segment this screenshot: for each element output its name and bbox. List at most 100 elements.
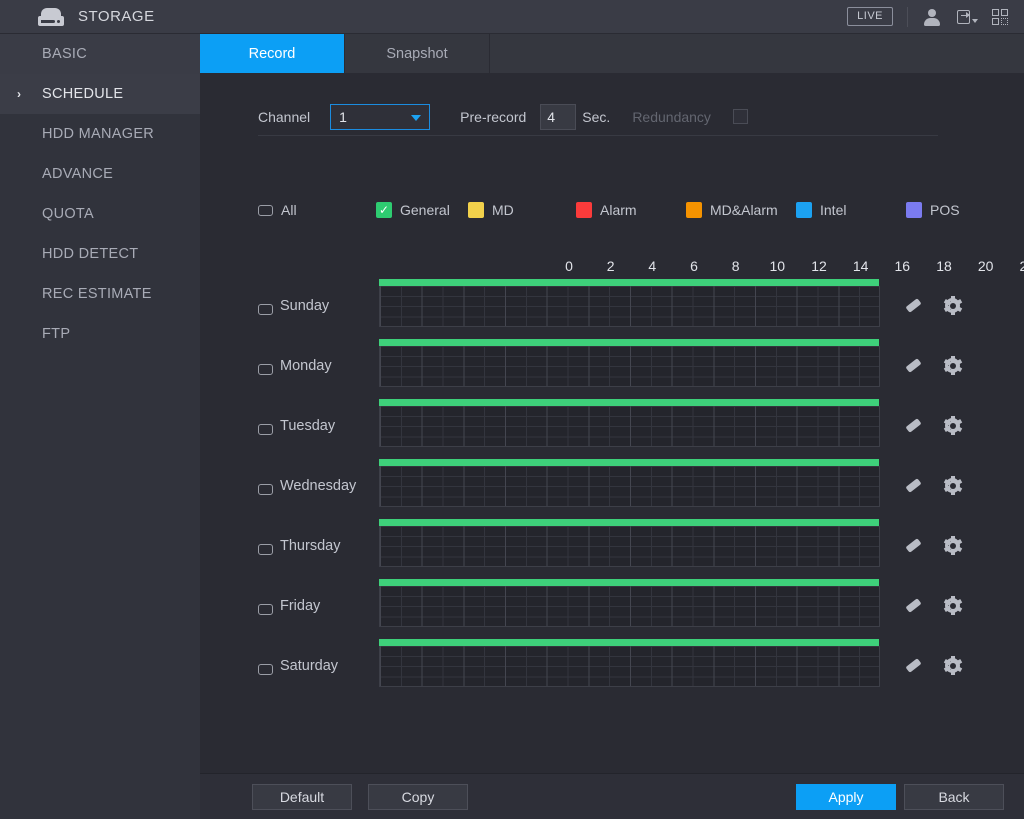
timeline[interactable]: [379, 279, 880, 327]
timeline-period-general[interactable]: [379, 399, 879, 406]
gear-icon[interactable]: [943, 356, 962, 375]
timeline-period-general[interactable]: [379, 579, 879, 586]
timeline-period-general[interactable]: [379, 279, 879, 286]
legend-md[interactable]: MD: [468, 202, 576, 218]
eraser-icon[interactable]: [905, 597, 922, 614]
tab-snapshot[interactable]: Snapshot: [345, 34, 490, 73]
md-checkbox[interactable]: [468, 202, 484, 218]
pos-checkbox[interactable]: [906, 202, 922, 218]
legend-label: Intel: [820, 202, 847, 218]
gear-icon[interactable]: [943, 416, 962, 435]
grid-icon[interactable]: [990, 7, 1010, 27]
timeline-track[interactable]: [379, 286, 880, 327]
sidebar-item-advance[interactable]: ADVANCE: [0, 154, 200, 194]
sidebar-item-hdd-manager[interactable]: HDD MANAGER: [0, 114, 200, 154]
timeline[interactable]: [379, 579, 880, 627]
row-actions: [905, 416, 962, 435]
apply-button[interactable]: Apply: [796, 783, 896, 810]
timeline-track[interactable]: [379, 646, 880, 687]
timeline-track[interactable]: [379, 466, 880, 507]
sidebar-item-hdd-detect[interactable]: HDD DETECT: [0, 234, 200, 274]
eraser-icon[interactable]: [905, 297, 922, 314]
md-alarm-checkbox[interactable]: [686, 202, 702, 218]
sidebar-item-label: HDD MANAGER: [42, 126, 155, 142]
legend-label: MD&Alarm: [710, 202, 778, 218]
timeline-period-general[interactable]: [379, 639, 879, 646]
legend-intel[interactable]: Intel: [796, 202, 906, 218]
axis-tick: 14: [852, 258, 869, 274]
sidebar-item-ftp[interactable]: FTP: [0, 314, 200, 354]
day-label: Sunday: [280, 298, 330, 314]
legend-label: All: [281, 202, 297, 218]
legend-pos[interactable]: POS: [906, 202, 960, 218]
copy-button[interactable]: Copy: [368, 783, 468, 810]
gear-icon[interactable]: [943, 596, 962, 615]
gear-icon[interactable]: [943, 476, 962, 495]
time-axis: 0 2 4 6 8 10 12 14 16 18 20 22 24: [565, 258, 1024, 278]
redundancy-checkbox[interactable]: [732, 109, 748, 124]
timeline-period-general[interactable]: [379, 459, 879, 466]
alarm-checkbox[interactable]: [576, 202, 592, 218]
axis-tick: 16: [894, 258, 911, 274]
live-badge[interactable]: LIVE: [847, 7, 893, 26]
sidebar-item-quota[interactable]: QUOTA: [0, 194, 200, 234]
day-label: Wednesday: [280, 478, 357, 494]
eraser-icon[interactable]: [905, 357, 922, 374]
eraser-icon[interactable]: [905, 657, 922, 674]
legend-label: MD: [492, 202, 514, 218]
row-actions: [905, 356, 962, 375]
chevron-right-icon: ›: [17, 87, 22, 101]
timeline[interactable]: [379, 339, 880, 387]
legend-md-alarm[interactable]: MD&Alarm: [686, 202, 796, 218]
general-checkbox[interactable]: ✓: [376, 202, 392, 218]
gear-icon[interactable]: [943, 536, 962, 555]
sidebar-item-rec-estimate[interactable]: REC ESTIMATE: [0, 274, 200, 314]
day-checkbox[interactable]: [258, 604, 273, 615]
timeline[interactable]: [379, 459, 880, 507]
axis-tick: 10: [769, 258, 786, 274]
timeline-track[interactable]: [379, 406, 880, 447]
timeline[interactable]: [379, 399, 880, 447]
hdd-icon: [38, 7, 64, 26]
gear-icon[interactable]: [943, 296, 962, 315]
day-checkbox[interactable]: [258, 484, 273, 495]
timeline-period-general[interactable]: [379, 339, 879, 346]
timeline-track[interactable]: [379, 586, 880, 627]
eraser-icon[interactable]: [905, 417, 922, 434]
timeline-track[interactable]: [379, 526, 880, 567]
all-checkbox[interactable]: [258, 204, 273, 216]
sidebar-item-label: ADVANCE: [42, 166, 114, 182]
intel-checkbox[interactable]: [796, 202, 812, 218]
logout-icon[interactable]: [956, 7, 978, 27]
day-checkbox[interactable]: [258, 364, 273, 375]
legend-label: General: [400, 202, 450, 218]
sidebar-item-label: REC ESTIMATE: [42, 286, 152, 302]
legend-label: POS: [930, 202, 960, 218]
prerecord-input[interactable]: 4: [540, 103, 577, 130]
channel-select[interactable]: 1: [330, 103, 431, 130]
tab-record[interactable]: Record: [200, 34, 345, 73]
axis-tick: 22: [1019, 258, 1024, 274]
day-checkbox[interactable]: [258, 544, 273, 555]
timeline[interactable]: [379, 639, 880, 687]
schedule-row-saturday: Saturday: [200, 639, 1024, 699]
day-checkbox[interactable]: [258, 664, 273, 675]
sidebar-item-schedule[interactable]: › SCHEDULE: [0, 74, 200, 114]
row-actions: [905, 476, 962, 495]
eraser-icon[interactable]: [905, 477, 922, 494]
back-button[interactable]: Back: [904, 783, 1004, 810]
eraser-icon[interactable]: [905, 537, 922, 554]
default-button[interactable]: Default: [252, 783, 352, 810]
gear-icon[interactable]: [943, 656, 962, 675]
day-checkbox[interactable]: [258, 304, 273, 315]
legend-general[interactable]: ✓ General: [376, 202, 468, 218]
sidebar-item-basic[interactable]: BASIC: [0, 34, 200, 74]
content-area: Channel 1 Pre-record 4 Sec. Redundancy A…: [200, 74, 1024, 779]
timeline-track[interactable]: [379, 346, 880, 387]
timeline-period-general[interactable]: [379, 519, 879, 526]
user-icon[interactable]: [922, 7, 942, 27]
timeline[interactable]: [379, 519, 880, 567]
day-checkbox[interactable]: [258, 424, 273, 435]
legend-all[interactable]: All: [258, 202, 376, 218]
legend-alarm[interactable]: Alarm: [576, 202, 686, 218]
